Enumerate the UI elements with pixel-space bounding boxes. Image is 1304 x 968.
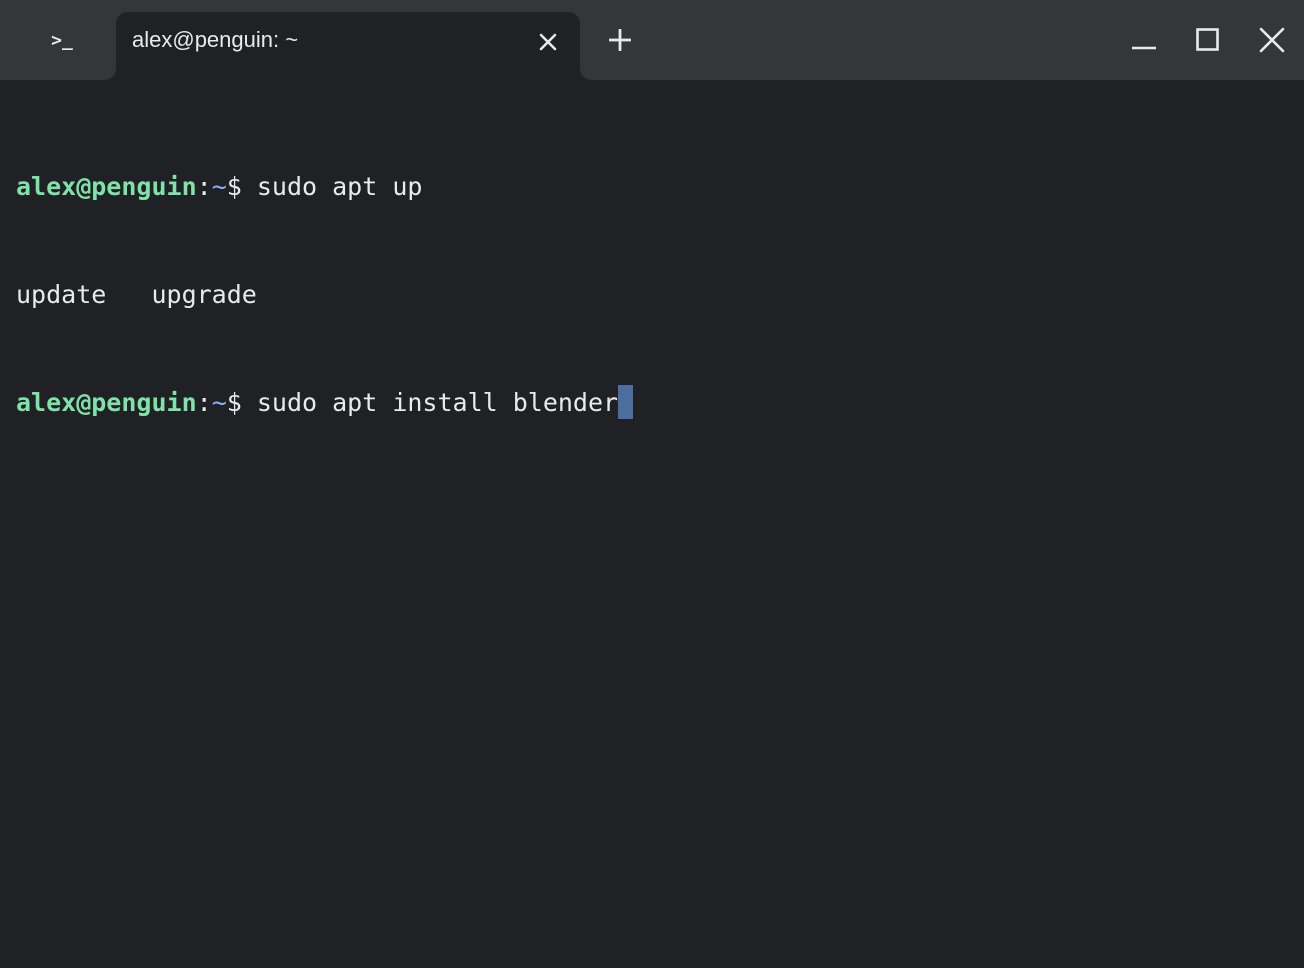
minimize-button[interactable]	[1124, 20, 1164, 60]
minimize-icon	[1132, 46, 1156, 50]
terminal-prompt-glyph: >_	[51, 29, 73, 51]
command-text: sudo apt install blender	[256, 388, 619, 417]
prompt-symbol: $	[226, 388, 257, 417]
maximize-button[interactable]	[1188, 20, 1228, 60]
terminal-line: alex@penguin:~$ sudo apt install blender	[16, 385, 634, 421]
command-text: sudo apt up	[256, 172, 423, 201]
prompt-separator: :	[196, 388, 212, 417]
prompt-user-host: alex@penguin	[16, 388, 197, 417]
terminal-output-area[interactable]: alex@penguin:~$ sudo apt up update upgra…	[0, 80, 1304, 968]
terminal-line: alex@penguin:~$ sudo apt up	[16, 169, 633, 205]
terminal-window: >_ alex@penguin: ~ alex@penguin:~$ sudo …	[0, 0, 1304, 968]
prompt-path: ~	[211, 388, 227, 417]
maximize-icon	[1196, 28, 1219, 51]
tab-alex-penguin[interactable]: alex@penguin: ~	[116, 12, 580, 80]
terminal-lines: alex@penguin:~$ sudo apt up update upgra…	[16, 97, 634, 493]
terminal-prompt-icon[interactable]: >_	[38, 16, 86, 64]
prompt-separator: :	[196, 172, 212, 201]
terminal-line: update upgrade	[16, 277, 633, 313]
new-tab-button[interactable]	[600, 20, 640, 60]
text-cursor	[618, 385, 634, 419]
close-icon	[1259, 27, 1285, 53]
tab-title: alex@penguin: ~	[132, 27, 299, 52]
title-bar: >_ alex@penguin: ~	[0, 0, 1304, 80]
prompt-path: ~	[211, 172, 227, 201]
close-icon	[539, 33, 557, 51]
plus-icon	[609, 29, 631, 51]
window-close-button[interactable]	[1252, 20, 1292, 60]
tab-close-button[interactable]	[532, 26, 564, 58]
prompt-user-host: alex@penguin	[16, 172, 197, 201]
output-text: update upgrade	[16, 280, 257, 309]
prompt-symbol: $	[226, 172, 257, 201]
